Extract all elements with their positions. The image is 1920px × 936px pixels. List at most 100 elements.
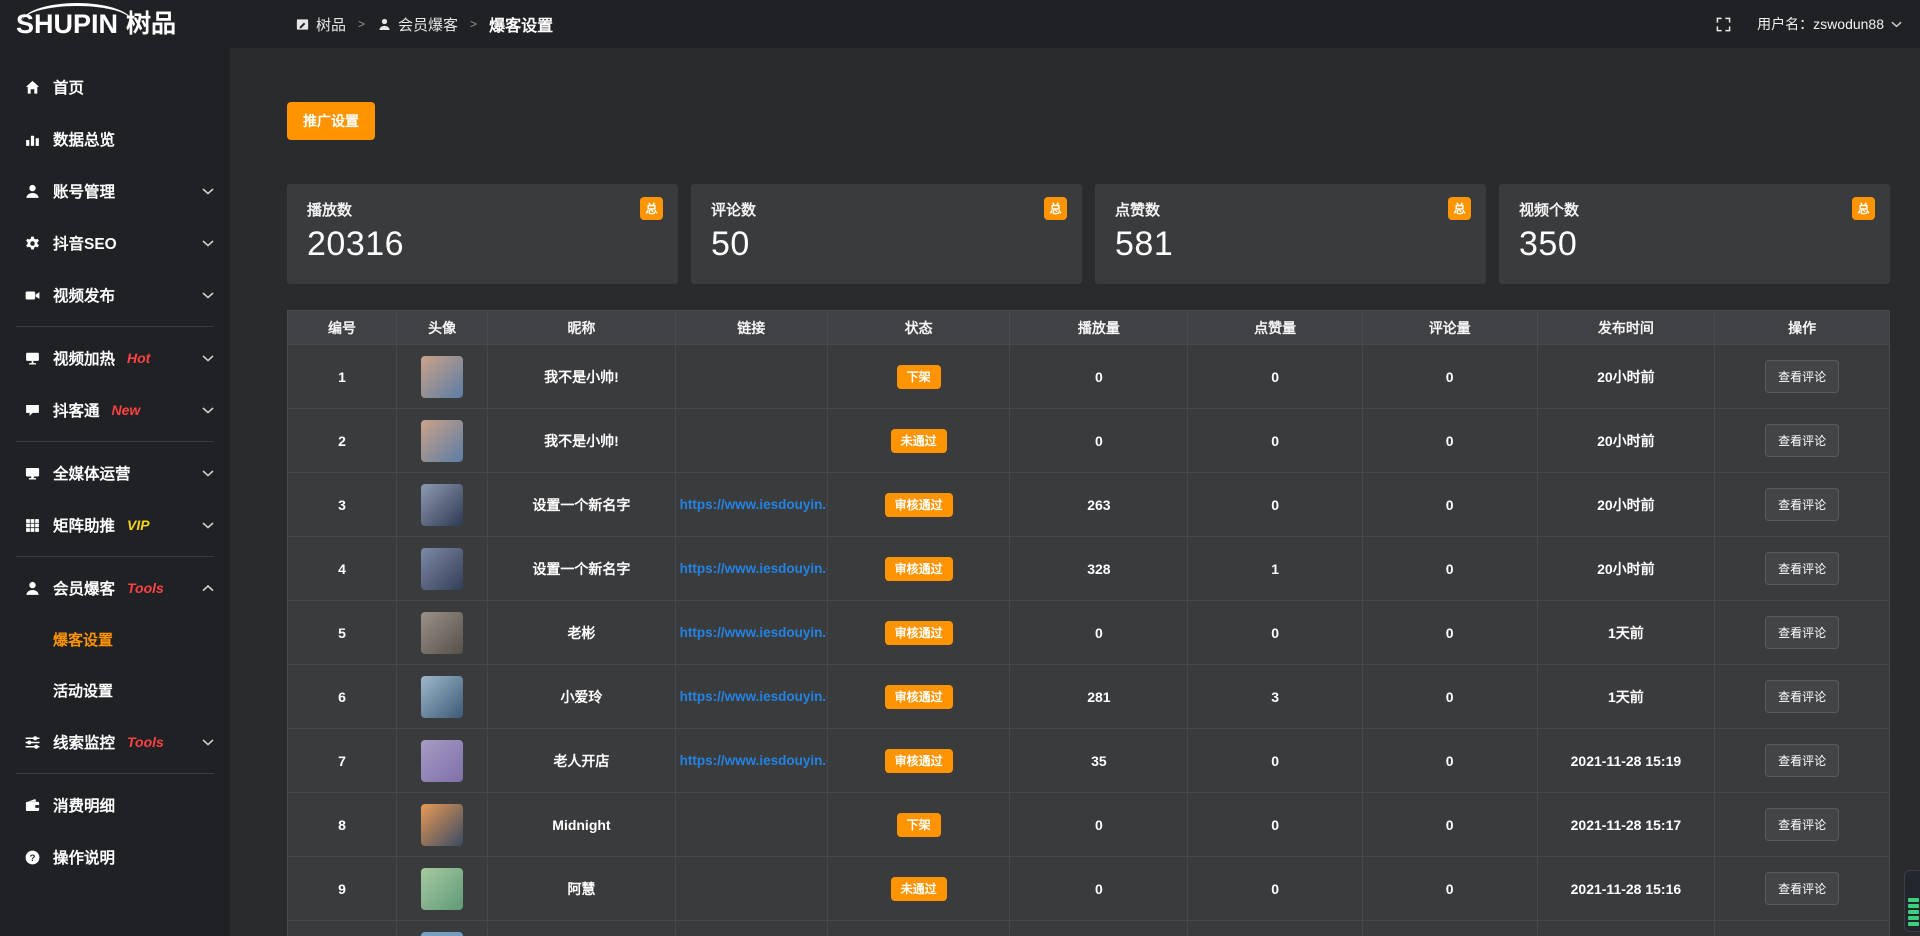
- row-action-cell: 查看评论: [1715, 345, 1890, 409]
- sidebar-item-9[interactable]: 全媒体运营: [0, 447, 230, 499]
- sidebar-item-12[interactable]: 会员爆客Tools: [0, 562, 230, 614]
- sidebar-item-10[interactable]: 矩阵助推VIP: [0, 499, 230, 551]
- column-header: 操作: [1715, 311, 1890, 345]
- stat-card-comments: 评论数 50 总: [691, 184, 1082, 284]
- row-status-cell: [827, 921, 1010, 936]
- sidebar-item-label: 首页: [53, 76, 84, 98]
- username-label: 用户名：zswodun88: [1757, 14, 1884, 34]
- row-link-cell: [675, 921, 827, 936]
- total-badge: 总: [640, 197, 663, 220]
- row-id: 8: [288, 793, 397, 857]
- row-plays: 35: [1010, 729, 1188, 793]
- sidebar-item-2[interactable]: 账号管理: [0, 165, 230, 217]
- sidebar-item-badge: Tools: [127, 580, 164, 596]
- breadcrumb-item[interactable]: 会员爆客: [377, 14, 458, 35]
- column-header: 播放量: [1010, 311, 1188, 345]
- row-status-cell: 审核通过: [827, 665, 1010, 729]
- row-likes: [1188, 921, 1363, 936]
- avatar: [421, 548, 463, 590]
- promo-settings-button[interactable]: 推广设置: [287, 102, 375, 140]
- floating-widget[interactable]: [1904, 870, 1920, 932]
- row-status-cell: 未通过: [827, 857, 1010, 921]
- view-comments-button[interactable]: 查看评论: [1765, 616, 1839, 649]
- sidebar-divider: [16, 556, 214, 557]
- stat-cards: 播放数 20316 总 评论数 50 总 点赞数 581 总 视频个数 350 …: [287, 184, 1890, 284]
- row-comments: 0: [1362, 729, 1537, 793]
- sidebar-item-6[interactable]: 视频加热Hot: [0, 332, 230, 384]
- sidebar-item-0[interactable]: 首页: [0, 61, 230, 113]
- row-link[interactable]: https://www.iesdouyin.c: [676, 689, 827, 704]
- view-comments-button[interactable]: 查看评论: [1765, 808, 1839, 841]
- sidebar-item-4[interactable]: 视频发布: [0, 269, 230, 321]
- view-comments-button[interactable]: 查看评论: [1765, 680, 1839, 713]
- avatar: [421, 612, 463, 654]
- row-id: 5: [288, 601, 397, 665]
- row-likes: 0: [1188, 345, 1363, 409]
- sidebar-divider: [16, 326, 214, 327]
- row-link-cell: https://www.iesdouyin.c: [675, 473, 827, 537]
- breadcrumb-label: 树品: [316, 14, 346, 35]
- total-badge: 总: [1448, 197, 1471, 220]
- row-link[interactable]: https://www.iesdouyin.c: [676, 625, 827, 640]
- status-badge: 审核通过: [885, 557, 953, 581]
- sidebar-subitem-14[interactable]: 活动设置: [0, 665, 230, 716]
- stat-label: 播放数: [307, 199, 658, 220]
- row-comments: 0: [1362, 345, 1537, 409]
- row-link-cell: https://www.iesdouyin.c: [675, 729, 827, 793]
- logo-text-cn: 树品: [126, 12, 176, 37]
- view-comments-button[interactable]: 查看评论: [1765, 744, 1839, 777]
- wallet-icon: [24, 797, 41, 814]
- view-comments-button[interactable]: 查看评论: [1765, 488, 1839, 521]
- view-comments-button[interactable]: 查看评论: [1765, 360, 1839, 393]
- row-avatar-cell: [396, 921, 487, 936]
- row-comments: 0: [1362, 473, 1537, 537]
- sidebar-subitem-13[interactable]: 爆客设置: [0, 614, 230, 665]
- fullscreen-icon[interactable]: [1716, 17, 1731, 32]
- row-link[interactable]: https://www.iesdouyin.c: [676, 753, 827, 768]
- breadcrumb-item[interactable]: 树品: [295, 14, 346, 35]
- sidebar-item-15[interactable]: 线索监控Tools: [0, 716, 230, 768]
- row-status-cell: 审核通过: [827, 729, 1010, 793]
- svg-text:?: ?: [30, 852, 36, 863]
- username-menu[interactable]: 用户名：zswodun88: [1757, 14, 1902, 34]
- view-comments-button[interactable]: 查看评论: [1765, 872, 1839, 905]
- sidebar-item-18[interactable]: ?操作说明: [0, 831, 230, 883]
- row-nickname: 我不是小帅!: [488, 409, 675, 473]
- row-avatar-cell: [396, 601, 487, 665]
- grid-icon: [24, 517, 41, 534]
- sidebar-item-17[interactable]: 消费明细: [0, 779, 230, 831]
- row-comments: 0: [1362, 601, 1537, 665]
- sidebar-item-label: 线索监控: [53, 731, 115, 753]
- row-link[interactable]: https://www.iesdouyin.c: [676, 497, 827, 512]
- sidebar-item-label: 数据总览: [53, 128, 115, 150]
- breadcrumb-separator: >: [358, 17, 365, 31]
- sidebar-item-badge: Hot: [127, 350, 150, 366]
- logo[interactable]: SHUPIN 树品: [0, 11, 230, 38]
- row-nickname: 我不是小帅!: [488, 345, 675, 409]
- row-status-cell: 下架: [827, 345, 1010, 409]
- chevron-down-icon: [202, 522, 214, 529]
- row-status-cell: 审核通过: [827, 473, 1010, 537]
- sidebar-item-7[interactable]: 抖客通New: [0, 384, 230, 436]
- logo-text: SHUPIN: [16, 11, 118, 38]
- column-header: 链接: [675, 311, 827, 345]
- row-nickname: 设置一个新名字: [488, 537, 675, 601]
- chevron-down-icon: [202, 355, 214, 362]
- row-link[interactable]: https://www.iesdouyin.c: [676, 561, 827, 576]
- row-id: [288, 921, 397, 936]
- sidebar-item-1[interactable]: 数据总览: [0, 113, 230, 165]
- row-link-cell: [675, 345, 827, 409]
- stat-label: 视频个数: [1519, 199, 1870, 220]
- topbar-right: 用户名：zswodun88: [1716, 14, 1920, 34]
- row-avatar-cell: [396, 409, 487, 473]
- row-link-cell: [675, 793, 827, 857]
- table-row: 5 老彬 https://www.iesdouyin.c 审核通过 0 0 0 …: [288, 601, 1890, 665]
- comment-icon: [24, 402, 41, 419]
- gear-icon: [24, 235, 41, 252]
- view-comments-button[interactable]: 查看评论: [1765, 552, 1839, 585]
- view-comments-button[interactable]: 查看评论: [1765, 424, 1839, 457]
- sidebar-item-3[interactable]: 抖音SEO: [0, 217, 230, 269]
- stat-card-plays: 播放数 20316 总: [287, 184, 678, 284]
- row-action-cell: 查看评论: [1715, 857, 1890, 921]
- row-plays: 0: [1010, 793, 1188, 857]
